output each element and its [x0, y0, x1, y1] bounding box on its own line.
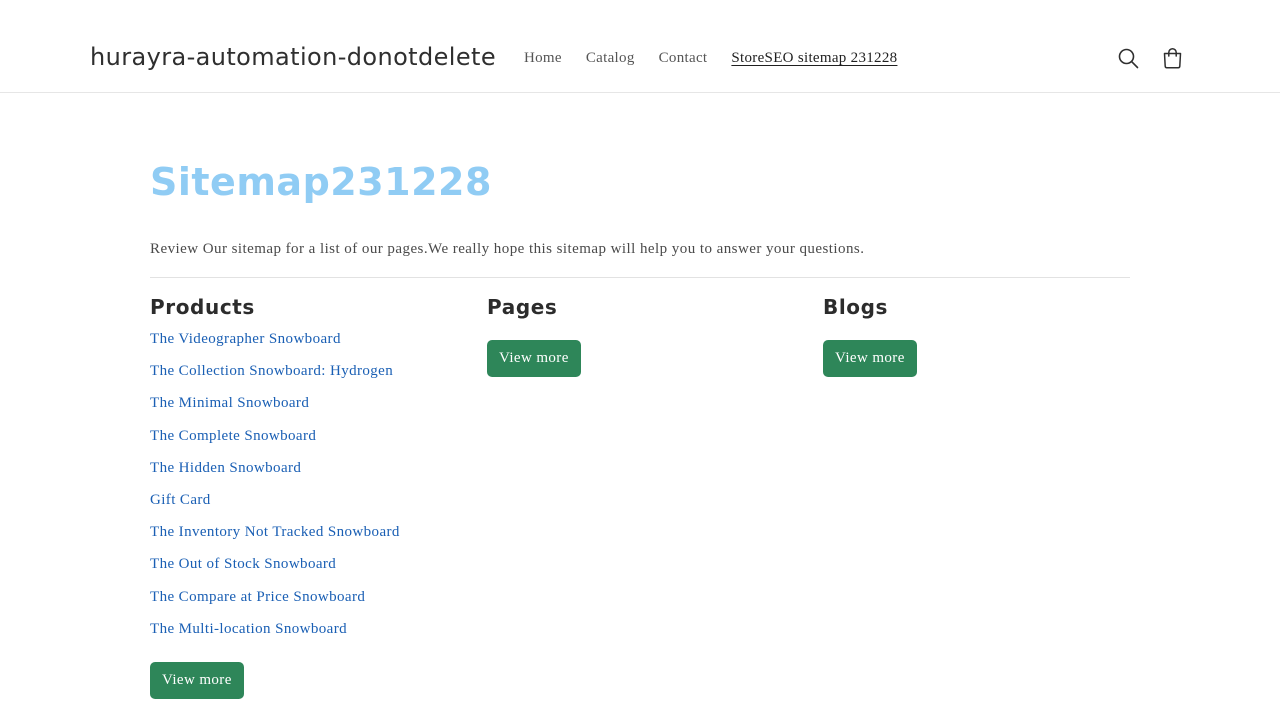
product-list: The Videographer Snowboard The Collectio… — [150, 330, 470, 652]
pages-heading: Pages — [487, 295, 558, 319]
nav-home-link[interactable]: Home — [512, 46, 574, 70]
cart-button[interactable] — [1159, 45, 1185, 71]
cart-icon — [1163, 47, 1181, 69]
list-item: The Inventory Not Tracked Snowboard — [150, 523, 470, 555]
product-link[interactable]: The Videographer Snowboard — [150, 331, 341, 347]
blogs-view-more-button[interactable]: View more — [823, 340, 917, 377]
product-link[interactable]: The Hidden Snowboard — [150, 460, 301, 476]
divider — [150, 277, 1130, 278]
pages-view-more-button[interactable]: View more — [487, 340, 581, 377]
main-nav: Home Catalog Contact StoreSEO sitemap 23… — [512, 46, 909, 70]
product-link[interactable]: The Inventory Not Tracked Snowboard — [150, 524, 400, 540]
list-item: The Complete Snowboard — [150, 427, 470, 459]
list-item: The Out of Stock Snowboard — [150, 555, 470, 587]
list-item: The Hidden Snowboard — [150, 459, 470, 491]
list-item: The Minimal Snowboard — [150, 394, 470, 426]
products-view-more-button[interactable]: View more — [150, 661, 244, 699]
list-item: The Videographer Snowboard — [150, 330, 470, 362]
page-intro: Review Our sitemap for a list of our pag… — [150, 241, 865, 257]
pages-section: Pages View more — [487, 292, 807, 377]
store-name-link[interactable]: hurayra-automation-donotdelete — [90, 40, 496, 74]
products-heading: Products — [150, 295, 255, 319]
product-link[interactable]: The Compare at Price Snowboard — [150, 589, 365, 605]
nav-contact-link[interactable]: Contact — [647, 46, 720, 70]
search-icon — [1118, 48, 1138, 68]
list-item: Gift Card — [150, 491, 470, 523]
product-link[interactable]: The Multi-location Snowboard — [150, 621, 347, 637]
blogs-section: Blogs View more — [823, 292, 1123, 377]
product-link[interactable]: The Collection Snowboard: Hydrogen — [150, 363, 393, 379]
products-section: Products The Videographer Snowboard The … — [150, 292, 470, 699]
nav-sitemap-link[interactable]: StoreSEO sitemap 231228 — [719, 46, 909, 70]
product-link[interactable]: The Minimal Snowboard — [150, 395, 309, 411]
product-link[interactable]: The Out of Stock Snowboard — [150, 556, 336, 572]
list-item: The Multi-location Snowboard — [150, 620, 470, 652]
page-title: Sitemap231228 — [150, 160, 492, 204]
product-link[interactable]: The Complete Snowboard — [150, 428, 316, 444]
blogs-heading: Blogs — [823, 295, 889, 319]
search-button[interactable] — [1115, 45, 1141, 71]
nav-catalog-link[interactable]: Catalog — [574, 46, 647, 70]
product-link[interactable]: Gift Card — [150, 492, 211, 508]
site-header: hurayra-automation-donotdelete Home Cata… — [0, 0, 1280, 93]
list-item: The Collection Snowboard: Hydrogen — [150, 362, 470, 394]
list-item: The Compare at Price Snowboard — [150, 588, 470, 620]
